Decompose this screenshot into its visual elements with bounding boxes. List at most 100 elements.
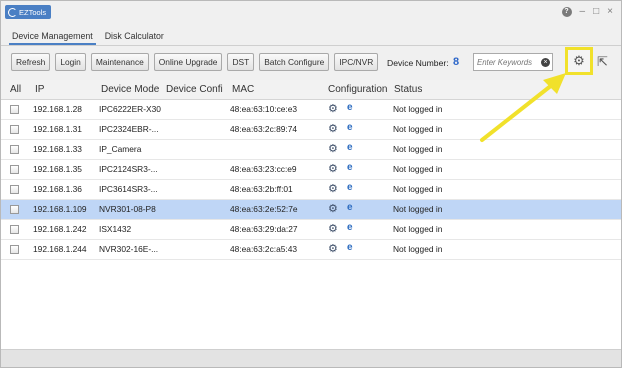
device-number-value: 8: [453, 56, 460, 68]
status-cell: Not logged in: [393, 144, 443, 154]
app-title: EZTools: [19, 7, 47, 17]
ip-cell: 192.168.1.35: [33, 164, 82, 174]
status-cell: Not logged in: [393, 184, 443, 194]
export-icon[interactable]: ⇱: [597, 54, 608, 70]
ip-cell: 192.168.1.242: [33, 224, 87, 234]
model-cell: IPC3614SR3-...: [99, 184, 158, 194]
config-gear-icon[interactable]: ⚙: [328, 122, 338, 135]
column-header-configuration[interactable]: Configuration: [328, 84, 389, 95]
window-controls: ? – □ ×: [561, 6, 613, 18]
table-row[interactable]: 192.168.1.36 IPC3614SR3-... 48:ea:63:2b:…: [1, 180, 621, 200]
mac-cell: 48:ea:63:2c:89:74: [230, 124, 298, 134]
config-gear-icon[interactable]: ⚙: [328, 222, 338, 235]
web-browser-icon[interactable]: e: [347, 142, 353, 153]
status-cell: Not logged in: [393, 244, 443, 254]
web-browser-icon[interactable]: e: [347, 162, 353, 173]
table-header: All IP Device Mode Device Confi MAC Conf…: [1, 80, 621, 100]
config-gear-icon[interactable]: ⚙: [328, 102, 338, 115]
clear-search-icon[interactable]: ×: [541, 57, 550, 67]
web-browser-icon[interactable]: e: [347, 182, 353, 193]
status-bar: [1, 349, 621, 367]
maintenance-button[interactable]: Maintenance: [90, 53, 149, 71]
mac-cell: 48:ea:63:10:ce:e3: [230, 104, 298, 114]
config-gear-icon[interactable]: ⚙: [328, 142, 338, 155]
row-checkbox[interactable]: [10, 145, 19, 154]
model-cell: ISX1432: [99, 224, 132, 234]
status-cell: Not logged in: [393, 164, 443, 174]
row-checkbox[interactable]: [10, 205, 19, 214]
config-gear-icon[interactable]: ⚙: [328, 162, 338, 175]
eztools-window: EZTools ? – □ × Device Management Disk C…: [0, 0, 622, 368]
dst-button[interactable]: DST: [227, 53, 255, 71]
model-cell: IPC2324EBR-...: [99, 124, 159, 134]
table-row[interactable]: 192.168.1.35 IPC2124SR3-... 48:ea:63:23:…: [1, 160, 621, 180]
tabs-divider: [1, 45, 621, 46]
table-row-selected[interactable]: 192.168.1.109 NVR301-08-P8 48:ea:63:2e:5…: [1, 200, 621, 220]
table-row[interactable]: 192.168.1.28 IPC6222ER-X30 48:ea:63:10:c…: [1, 100, 621, 120]
model-cell: NVR301-08-P8: [99, 204, 156, 214]
web-browser-icon[interactable]: e: [347, 122, 353, 133]
row-checkbox[interactable]: [10, 245, 19, 254]
settings-button[interactable]: ⚙: [565, 47, 593, 75]
mac-cell: 48:ea:63:29:da:27: [230, 224, 298, 234]
column-header-device-model[interactable]: Device Mode: [101, 84, 159, 95]
web-browser-icon[interactable]: e: [347, 102, 353, 113]
app-logo: EZTools: [5, 5, 52, 19]
column-header-status[interactable]: Status: [394, 84, 422, 95]
column-header-ip[interactable]: IP: [35, 84, 44, 95]
row-checkbox[interactable]: [10, 165, 19, 174]
mac-cell: 48:ea:63:2c:a5:43: [230, 244, 298, 254]
batch-configure-button[interactable]: Batch Configure: [259, 53, 330, 71]
tab-disk-calculator[interactable]: Disk Calculator: [102, 29, 167, 45]
login-button[interactable]: Login: [55, 53, 86, 71]
column-header-device-config[interactable]: Device Confi: [166, 84, 228, 95]
web-browser-icon[interactable]: e: [347, 222, 353, 233]
config-gear-icon[interactable]: ⚙: [328, 242, 338, 255]
app-logo-icon: [8, 7, 17, 17]
close-button[interactable]: ×: [607, 6, 613, 18]
status-cell: Not logged in: [393, 224, 443, 234]
main-tabs: Device Management Disk Calculator: [9, 29, 167, 45]
ipc-nvr-button[interactable]: IPC/NVR: [334, 53, 379, 71]
config-gear-icon[interactable]: ⚙: [328, 202, 338, 215]
model-cell: IP_Camera: [99, 144, 142, 154]
table-row[interactable]: 192.168.1.242 ISX1432 48:ea:63:29:da:27 …: [1, 220, 621, 240]
online-upgrade-button[interactable]: Online Upgrade: [153, 53, 223, 71]
web-browser-icon[interactable]: e: [347, 242, 353, 253]
device-table: All IP Device Mode Device Confi MAC Conf…: [1, 80, 621, 350]
row-checkbox[interactable]: [10, 125, 19, 134]
ip-cell: 192.168.1.28: [33, 104, 82, 114]
search-input[interactable]: [477, 57, 541, 67]
mac-cell: 48:ea:63:23:cc:e9: [230, 164, 297, 174]
config-gear-icon[interactable]: ⚙: [328, 182, 338, 195]
tab-device-management[interactable]: Device Management: [9, 29, 96, 45]
toolbar: Refresh Login Maintenance Online Upgrade…: [11, 53, 379, 71]
ip-cell: 192.168.1.31: [33, 124, 82, 134]
refresh-button[interactable]: Refresh: [11, 53, 51, 71]
mac-cell: 48:ea:63:2b:ff:01: [230, 184, 293, 194]
web-browser-icon[interactable]: e: [347, 202, 353, 213]
help-icon[interactable]: ?: [561, 7, 572, 17]
column-header-all[interactable]: All: [10, 84, 21, 95]
row-checkbox[interactable]: [10, 185, 19, 194]
status-cell: Not logged in: [393, 124, 443, 134]
column-header-mac[interactable]: MAC: [232, 84, 254, 95]
row-checkbox[interactable]: [10, 105, 19, 114]
mac-cell: 48:ea:63:2e:52:7e: [230, 204, 298, 214]
search-box[interactable]: ×: [473, 53, 553, 71]
model-cell: IPC6222ER-X30: [99, 104, 161, 114]
title-bar: EZTools ? – □ ×: [1, 1, 621, 23]
ip-cell: 192.168.1.109: [33, 204, 87, 214]
gear-icon: ⚙: [573, 53, 585, 68]
row-checkbox[interactable]: [10, 225, 19, 234]
model-cell: NVR302-16E-...: [99, 244, 159, 254]
model-cell: IPC2124SR3-...: [99, 164, 158, 174]
device-number-label: Device Number:: [387, 58, 449, 68]
ip-cell: 192.168.1.36: [33, 184, 82, 194]
maximize-button[interactable]: □: [593, 6, 599, 18]
table-row[interactable]: 192.168.1.244 NVR302-16E-... 48:ea:63:2c…: [1, 240, 621, 260]
minimize-button[interactable]: –: [580, 6, 586, 18]
table-row[interactable]: 192.168.1.31 IPC2324EBR-... 48:ea:63:2c:…: [1, 120, 621, 140]
table-row[interactable]: 192.168.1.33 IP_Camera ⚙ e Not logged in: [1, 140, 621, 160]
status-cell: Not logged in: [393, 104, 443, 114]
